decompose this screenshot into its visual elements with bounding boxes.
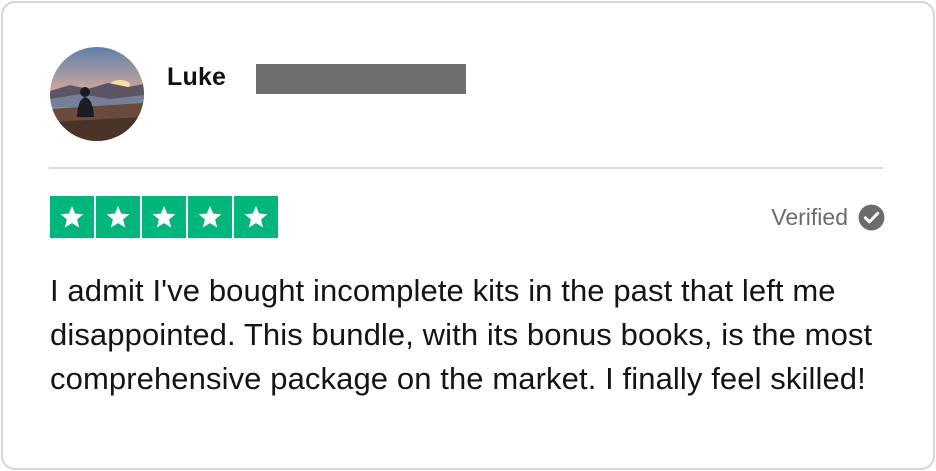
review-body: I admit I've bought incomplete kits in t… — [50, 273, 873, 396]
avatar — [50, 47, 144, 141]
redacted-surname — [256, 64, 466, 94]
divider — [49, 167, 883, 169]
star-rating — [50, 196, 278, 238]
reviewer-name: Luke — [167, 63, 227, 91]
star-icon — [234, 196, 278, 238]
star-icon — [188, 196, 232, 238]
star-icon — [96, 196, 140, 238]
review-card: Luke Verified I admit I've bought incomp… — [1, 1, 935, 470]
check-circle-icon — [858, 204, 885, 231]
star-icon — [50, 196, 94, 238]
avatar-photo — [50, 47, 144, 141]
verified-badge: Verified — [771, 204, 885, 231]
verified-label: Verified — [771, 204, 848, 230]
star-icon — [142, 196, 186, 238]
